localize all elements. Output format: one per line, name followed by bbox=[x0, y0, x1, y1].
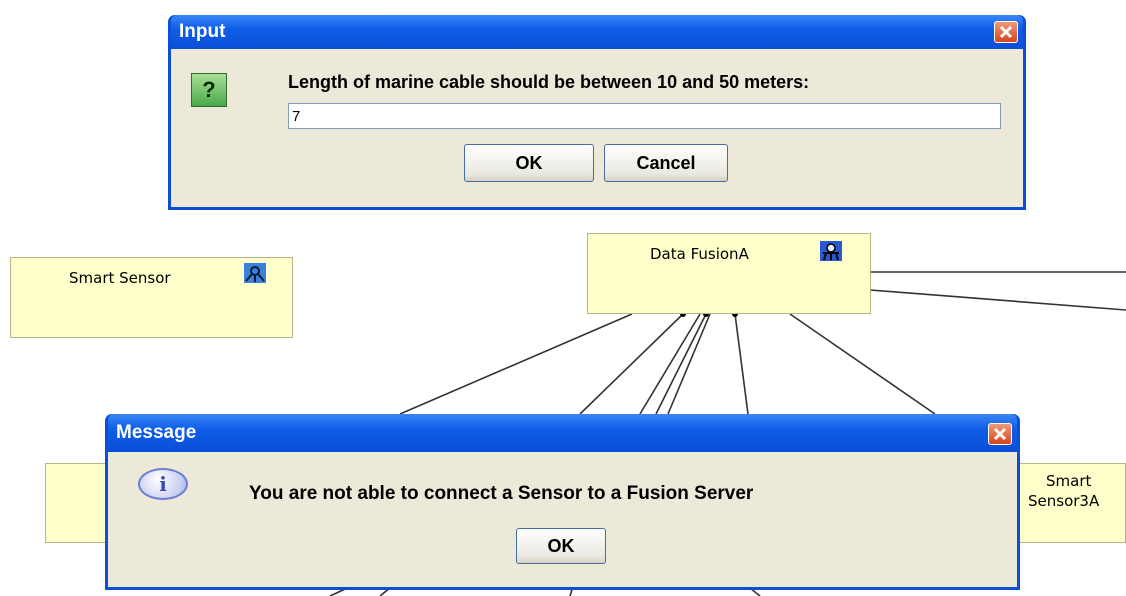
message-text: You are not able to connect a Sensor to … bbox=[249, 483, 754, 504]
sensor-icon bbox=[244, 263, 266, 283]
question-icon: ? bbox=[191, 73, 227, 107]
connection-line bbox=[667, 313, 711, 415]
connection-line bbox=[639, 313, 701, 415]
node-label-line1: Smart bbox=[1046, 472, 1092, 490]
node-label: Smart Sensor bbox=[69, 269, 171, 287]
message-dialog-body: i You are not able to connect a Sensor t… bbox=[108, 452, 1017, 587]
cancel-button[interactable]: Cancel bbox=[604, 144, 728, 182]
input-dialog: Input ? Length of marine cable should be… bbox=[168, 15, 1026, 210]
connection-line bbox=[869, 289, 1126, 311]
message-dialog: Message i You are not able to connect a … bbox=[105, 414, 1020, 590]
input-prompt: Length of marine cable should be between… bbox=[288, 72, 810, 92]
close-button[interactable] bbox=[994, 21, 1018, 43]
dialog-title: Message bbox=[116, 422, 197, 443]
node-label: Data FusionA bbox=[650, 245, 749, 263]
close-icon bbox=[999, 25, 1013, 39]
node-smart-sensor3a[interactable]: Smart Sensor3A bbox=[1005, 463, 1126, 543]
ok-button[interactable]: OK bbox=[464, 144, 594, 182]
connection-line bbox=[734, 313, 749, 415]
input-dialog-title-bar[interactable]: Input bbox=[171, 15, 1023, 49]
node-smart-sensor[interactable]: Smart Sensor bbox=[10, 257, 293, 338]
input-dialog-body: ? Length of marine cable should be betwe… bbox=[171, 49, 1023, 207]
node-data-fusion[interactable]: Data FusionA bbox=[587, 233, 871, 314]
message-dialog-title-bar[interactable]: Message bbox=[108, 414, 1017, 452]
close-button[interactable] bbox=[988, 423, 1012, 445]
connection-line bbox=[399, 313, 633, 415]
info-icon: i bbox=[138, 468, 188, 500]
connection-line bbox=[655, 313, 707, 415]
node-label-line2: Sensor3A bbox=[1028, 492, 1100, 510]
ok-button[interactable]: OK bbox=[516, 528, 606, 564]
fusion-server-icon bbox=[820, 241, 842, 261]
connection-line bbox=[789, 313, 936, 415]
dialog-title: Input bbox=[179, 21, 226, 42]
cable-length-input[interactable] bbox=[288, 103, 1001, 129]
close-icon bbox=[993, 427, 1007, 441]
